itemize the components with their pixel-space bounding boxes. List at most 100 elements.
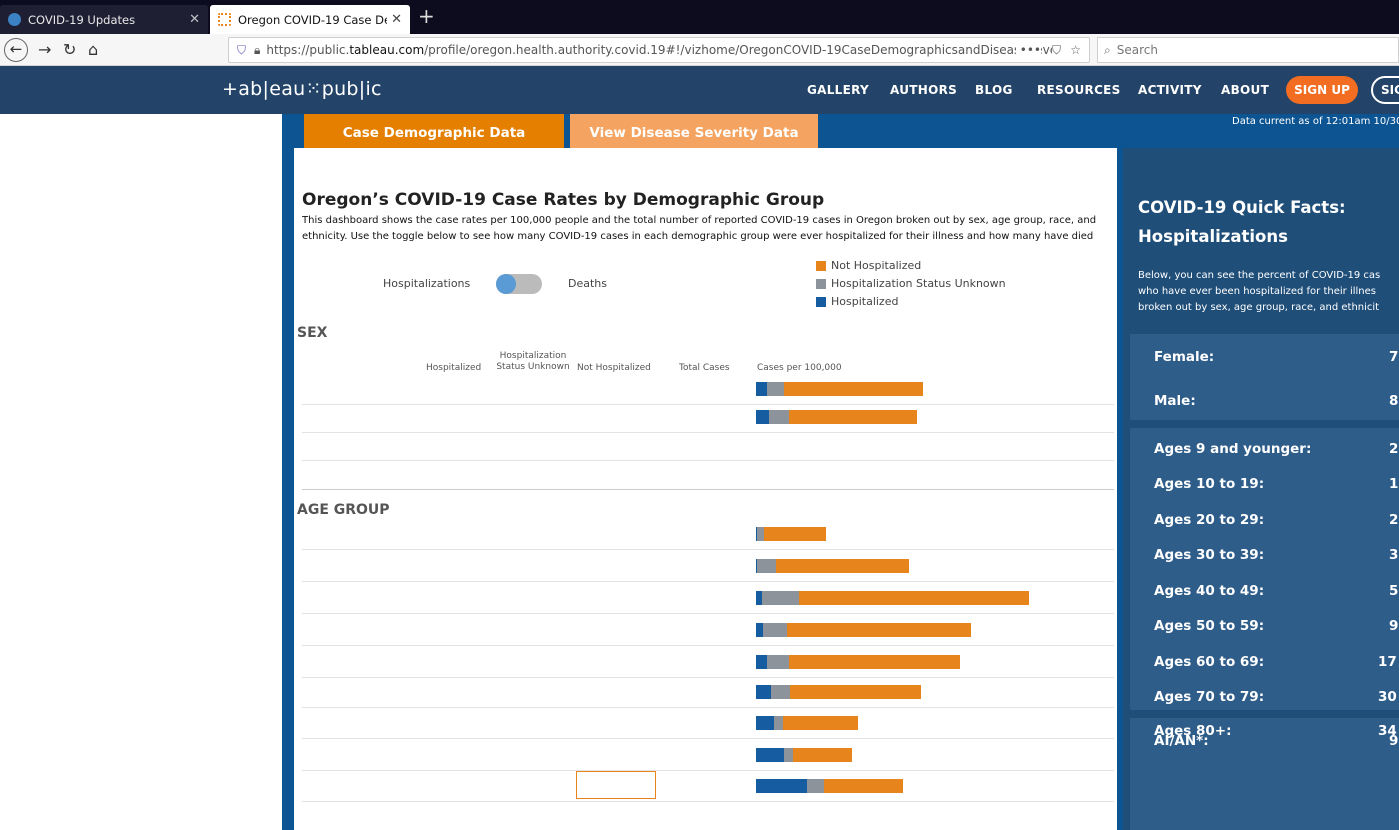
quick-fact-label: Ages 10 to 19: (1154, 476, 1265, 492)
bar-hospitalized[interactable] (756, 779, 807, 793)
tableau-favicon-icon (218, 13, 231, 26)
bar-not-hospitalized[interactable] (789, 685, 921, 699)
menu-resources[interactable]: RESOURCES (1037, 83, 1121, 97)
bar-status-unknown[interactable] (757, 559, 777, 573)
sign-in-button[interactable]: SIG (1371, 76, 1399, 104)
section-heading-sex: SEX (297, 325, 328, 341)
section-heading-age-group: AGE GROUP (297, 502, 390, 518)
tab-title: Oregon COVID-19 Case Demog (238, 12, 387, 27)
legend-not-hospitalized[interactable]: Not Hospitalized (816, 259, 921, 272)
quick-fact-label: Male: (1154, 393, 1196, 409)
bar-not-hospitalized[interactable] (764, 527, 827, 541)
shield-icon: ⛉ (237, 42, 247, 57)
toggle-knob[interactable] (496, 274, 516, 294)
quick-fact-value: 3 (1389, 547, 1399, 563)
bar-hospitalized[interactable] (756, 382, 767, 396)
bar-status-unknown[interactable] (766, 655, 789, 669)
bar-status-unknown[interactable] (771, 685, 790, 699)
home-icon[interactable]: ⌂ (88, 39, 98, 61)
pocket-icon[interactable]: ⛉ (1051, 42, 1061, 58)
hosp-deaths-toggle[interactable] (496, 274, 542, 294)
quick-fact-label: Ages 70 to 79: (1154, 689, 1265, 705)
lock-icon: 🔒︎ (254, 42, 261, 57)
reload-icon[interactable]: ↻ (63, 39, 76, 61)
quick-fact-label: Ages 20 to 29: (1154, 512, 1265, 528)
url-bar[interactable]: ⛉ 🔒︎ https://public. tableau.com/profile/… (228, 37, 1090, 63)
bar-not-hospitalized[interactable] (783, 382, 924, 396)
data-current-note: Data current as of 12:01am 10/30 (1232, 116, 1399, 127)
bar-not-hospitalized[interactable] (782, 716, 858, 730)
column-header-rate: Cases per 100,000 (757, 363, 842, 373)
row-separator (302, 707, 1114, 708)
bar-not-hospitalized[interactable] (787, 623, 972, 637)
row-separator (302, 801, 1114, 802)
quick-fact-value: 9 (1389, 618, 1399, 634)
sign-up-button[interactable]: SIGN UP (1286, 76, 1358, 104)
bar-hospitalized[interactable] (756, 655, 767, 669)
search-input[interactable]: ⌕ Search (1097, 37, 1399, 63)
bar-hospitalized[interactable] (756, 716, 774, 730)
bar-not-hospitalized[interactable] (789, 410, 917, 424)
bar-not-hospitalized[interactable] (792, 748, 853, 762)
bar-hospitalized[interactable] (756, 623, 764, 637)
menu-gallery[interactable]: GALLERY (807, 83, 869, 97)
bar-status-unknown[interactable] (784, 748, 793, 762)
bar-not-hospitalized[interactable] (788, 655, 961, 669)
tab-oregon-demographics[interactable]: Oregon COVID-19 Case Demog ✕ (210, 5, 410, 34)
column-header-total: Total Cases (679, 363, 730, 373)
tab-title: COVID-19 Updates (28, 12, 136, 27)
bar-status-unknown[interactable] (773, 716, 783, 730)
hover-highlight-box (576, 771, 656, 799)
browser-nav-bar: ← → ↻ ⌂ ⛉ 🔒︎ https://public. tableau.com /… (0, 34, 1399, 66)
menu-activity[interactable]: ACTIVITY (1138, 83, 1202, 97)
tab-covid-updates[interactable]: COVID-19 Updates ✕ (0, 5, 208, 34)
row-separator (302, 645, 1114, 646)
tableau-public-logo[interactable]: +ab|eau⁙pub|ic (222, 78, 382, 100)
quick-fact-value: 9 (1389, 733, 1399, 749)
new-tab-icon[interactable]: + (418, 3, 435, 29)
quick-fact-label: Ages 40 to 49: (1154, 583, 1265, 599)
quick-fact-value: 1 (1389, 476, 1399, 492)
back-arrow-icon[interactable]: ← (4, 38, 28, 62)
quick-facts-desc-line: broken out by sex, age group, race, and … (1138, 302, 1380, 313)
close-tab-icon[interactable]: ✕ (391, 12, 402, 27)
quick-fact-label: AI/AN*: (1154, 733, 1209, 749)
quick-fact-value: 7 (1389, 349, 1399, 365)
row-separator (302, 677, 1114, 678)
case-demographic-tab[interactable]: Case Demographic Data (304, 114, 564, 152)
legend-swatch (816, 278, 826, 289)
column-header-line: Status Unknown (496, 362, 570, 372)
legend-label: Hospitalization Status Unknown (831, 277, 1006, 290)
page-title: Oregon’s COVID-19 Case Rates by Demograp… (302, 190, 825, 210)
bar-status-unknown[interactable] (768, 410, 790, 424)
bookmark-star-icon[interactable]: ☆ (1070, 43, 1081, 57)
bar-status-unknown[interactable] (762, 591, 800, 605)
bar-not-hospitalized[interactable] (776, 559, 910, 573)
bar-status-unknown[interactable] (766, 382, 784, 396)
row-separator (302, 549, 1114, 550)
quick-fact-value: 30 (1378, 689, 1397, 705)
menu-blog[interactable]: BLOG (975, 83, 1013, 97)
bar-hospitalized[interactable] (756, 410, 769, 424)
legend-label: Not Hospitalized (831, 259, 922, 272)
disease-severity-tab[interactable]: View Disease Severity Data (570, 114, 818, 148)
quick-fact-value: 17 (1378, 654, 1397, 670)
bar-status-unknown[interactable] (763, 623, 788, 637)
bar-not-hospitalized[interactable] (799, 591, 1030, 605)
forward-arrow-icon[interactable]: → (38, 39, 51, 61)
legend-label: Hospitalized (831, 295, 899, 308)
column-header-hospitalized: Hospitalized (426, 363, 482, 373)
bar-status-unknown[interactable] (806, 779, 824, 793)
bar-status-unknown[interactable] (757, 527, 765, 541)
quick-fact-label: Ages 50 to 59: (1154, 618, 1265, 634)
quick-facts-title-line: COVID-19 Quick Facts: (1138, 198, 1346, 217)
close-tab-icon[interactable]: ✕ (189, 12, 200, 27)
menu-about[interactable]: ABOUT (1221, 83, 1269, 97)
legend-hospitalized[interactable]: Hospitalized (816, 295, 898, 308)
more-actions-icon[interactable]: ••• (1015, 43, 1041, 57)
menu-authors[interactable]: AUTHORS (890, 83, 957, 97)
legend-status-unknown[interactable]: Hospitalization Status Unknown (816, 277, 1006, 290)
bar-not-hospitalized[interactable] (823, 779, 904, 793)
bar-hospitalized[interactable] (756, 685, 772, 699)
bar-hospitalized[interactable] (756, 748, 785, 762)
